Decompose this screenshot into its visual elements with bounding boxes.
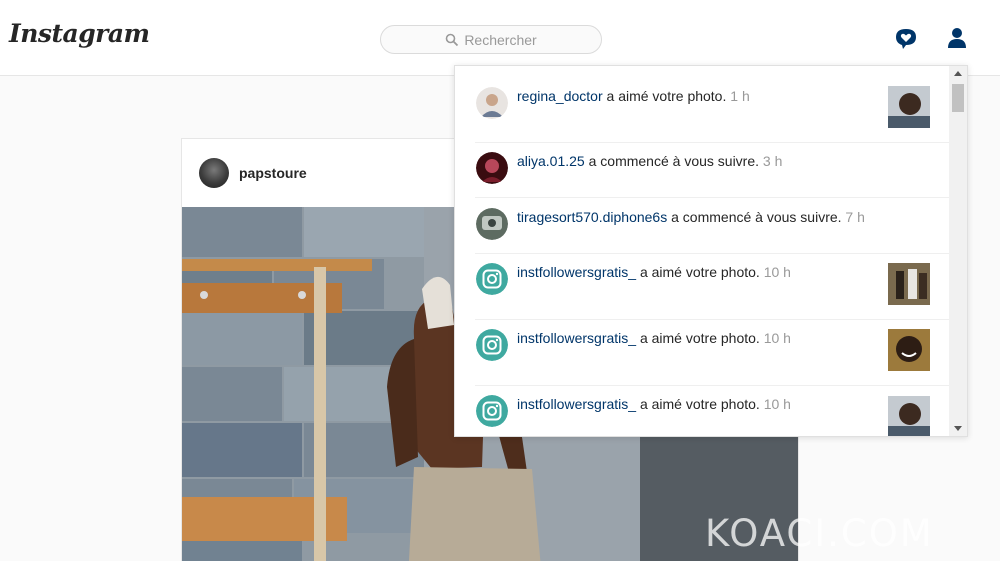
instagram-logo[interactable]: Instagram: [9, 19, 150, 48]
instagram-camera-icon: [482, 335, 502, 355]
notification-action: a aimé votre photo.: [636, 396, 764, 412]
notification-text: regina_doctor a aimé votre photo. 1 h: [517, 88, 750, 104]
notification-action: a aimé votre photo.: [636, 330, 764, 346]
notifications-dropdown: regina_doctor a aimé votre photo. 1 h al…: [454, 65, 968, 437]
notification-photo-thumbnail[interactable]: [888, 396, 930, 436]
search-input[interactable]: Rechercher: [380, 25, 602, 54]
notification-time: 10 h: [763, 396, 791, 412]
notification-username[interactable]: aliya.01.25: [517, 153, 585, 169]
scroll-down-arrow-icon[interactable]: [954, 426, 962, 431]
notification-avatar[interactable]: [476, 329, 508, 361]
notification-username[interactable]: instfollowersgratis_: [517, 330, 636, 346]
divider: [475, 319, 949, 320]
post-author-avatar[interactable]: [199, 158, 229, 188]
notification-time: 7 h: [845, 209, 865, 225]
notification-text: tiragesort570.diphone6s a commencé à vou…: [517, 209, 865, 225]
notification-avatar[interactable]: [476, 87, 508, 119]
notification-avatar[interactable]: [476, 395, 508, 427]
instagram-camera-icon: [482, 401, 502, 421]
activity-heart-button[interactable]: [893, 27, 919, 51]
divider: [475, 253, 949, 254]
notification-avatar[interactable]: [476, 208, 508, 240]
notification-avatar[interactable]: [476, 263, 508, 295]
notification-photo-thumbnail[interactable]: [888, 86, 930, 128]
scroll-up-arrow-icon[interactable]: [954, 71, 962, 76]
heart-bubble-icon: [896, 29, 916, 49]
notification-time: 10 h: [763, 330, 791, 346]
search-placeholder: Rechercher: [464, 31, 537, 48]
profile-button[interactable]: [946, 26, 968, 50]
user-icon: [948, 28, 966, 48]
divider: [475, 385, 949, 386]
dropdown-scrollbar[interactable]: [949, 66, 967, 436]
notification-action: a aimé votre photo.: [602, 88, 731, 104]
notification-photo-thumbnail[interactable]: [888, 329, 930, 371]
notification-username[interactable]: instfollowersgratis_: [517, 264, 636, 280]
post-author-username[interactable]: papstoure: [239, 165, 307, 181]
notification-action: a commencé à vous suivre.: [584, 153, 763, 169]
notification-avatar[interactable]: [476, 152, 508, 184]
search-icon: [445, 33, 459, 47]
watermark: KOACI.COM: [705, 512, 934, 555]
divider: [475, 197, 949, 198]
notification-username[interactable]: tiragesort570.diphone6s: [517, 209, 667, 225]
scroll-thumb[interactable]: [952, 84, 964, 112]
notification-text: instfollowersgratis_ a aimé votre photo.…: [517, 396, 791, 412]
notification-action: a aimé votre photo.: [636, 264, 764, 280]
notification-photo-thumbnail[interactable]: [888, 263, 930, 305]
instagram-camera-icon: [482, 269, 502, 289]
notification-text: instfollowersgratis_ a aimé votre photo.…: [517, 330, 791, 346]
notification-time: 10 h: [763, 264, 791, 280]
notification-action: a commencé à vous suivre.: [667, 209, 846, 225]
notification-text: aliya.01.25 a commencé à vous suivre. 3 …: [517, 153, 782, 169]
notification-time: 3 h: [762, 153, 783, 169]
divider: [475, 142, 949, 143]
notification-username[interactable]: instfollowersgratis_: [517, 396, 636, 412]
notification-time: 1 h: [730, 88, 750, 104]
notification-text: instfollowersgratis_ a aimé votre photo.…: [517, 264, 791, 280]
notification-username[interactable]: regina_doctor: [517, 88, 603, 104]
